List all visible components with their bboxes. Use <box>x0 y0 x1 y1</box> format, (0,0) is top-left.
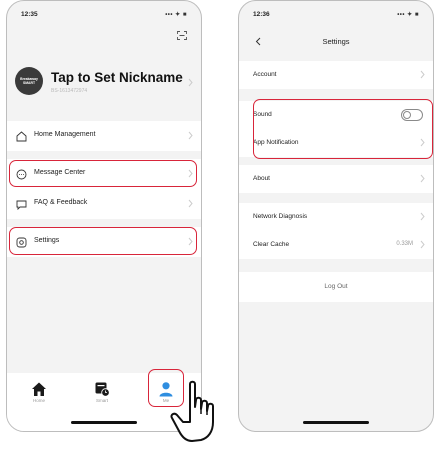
home-indicator <box>71 421 137 424</box>
tab-home[interactable]: Home <box>24 381 54 403</box>
chevron-right-icon <box>188 78 193 87</box>
status-bar: 12:36 ••• ✦ ■ <box>253 11 419 21</box>
page-title: Settings <box>322 37 350 46</box>
smart-icon <box>95 382 110 397</box>
feedback-icon <box>16 200 27 210</box>
settings-group-network: Network Diagnosis Clear Cache 0.33M <box>239 203 433 259</box>
chevron-right-icon <box>188 199 193 208</box>
scan-icon[interactable] <box>177 31 187 40</box>
tab-label: Smart <box>95 398 108 403</box>
chevron-right-icon <box>420 70 425 79</box>
profile-header[interactable]: Breakaway SMART Tap to Set Nickname BS-1… <box>15 59 193 107</box>
menu-item-label: FAQ & Feedback <box>34 199 88 206</box>
settings-screen: 12:36 ••• ✦ ■ Settings Account Sound App… <box>238 0 434 432</box>
chevron-right-icon <box>420 212 425 221</box>
logout-label: Log Out <box>324 283 348 290</box>
status-bar: 12:35 ••• ✦ ■ <box>21 11 187 21</box>
settings-item-label: Account <box>253 71 277 78</box>
status-indicators: ••• ✦ ■ <box>165 12 187 18</box>
settings-item-label: Clear Cache <box>253 241 290 248</box>
settings-item-label: Network Diagnosis <box>253 213 308 220</box>
settings-item-about[interactable]: About <box>239 165 433 193</box>
highlight-sound-notification <box>253 99 433 159</box>
settings-item-account[interactable]: Account <box>239 61 433 89</box>
chevron-right-icon <box>420 240 425 249</box>
settings-item-label: About <box>253 175 270 182</box>
tab-label: Home <box>32 398 45 403</box>
home-icon <box>32 382 46 396</box>
menu-item-faq-feedback[interactable]: FAQ & Feedback <box>7 189 201 219</box>
avatar: Breakaway SMART <box>15 67 43 95</box>
menu-item-home-management[interactable]: Home Management <box>7 121 201 151</box>
home-indicator <box>303 421 369 424</box>
me-screen: 12:35 ••• ✦ ■ Breakaway SMART Tap to Set… <box>6 0 202 432</box>
user-id: BS-1613472974 <box>51 88 88 94</box>
highlight-message-center <box>9 160 197 187</box>
cache-size-value: 0.33M <box>396 241 413 247</box>
settings-item-clear-cache[interactable]: Clear Cache 0.33M <box>239 231 433 259</box>
settings-item-network-diagnosis[interactable]: Network Diagnosis <box>239 203 433 231</box>
chevron-right-icon <box>188 131 193 140</box>
chevron-right-icon <box>420 174 425 183</box>
highlight-settings <box>9 227 197 255</box>
status-time: 12:35 <box>21 11 38 18</box>
navigation-bar: Settings <box>239 29 433 53</box>
home-outline-icon <box>16 131 27 142</box>
hand-pointer-icon <box>170 380 214 442</box>
settings-group-about: About <box>239 165 433 193</box>
logout-button[interactable]: Log Out <box>239 272 433 302</box>
tab-smart[interactable]: Smart <box>87 381 117 403</box>
nickname-label[interactable]: Tap to Set Nickname <box>51 70 183 85</box>
status-time: 12:36 <box>253 11 270 18</box>
menu-group-home: Home Management <box>7 121 201 151</box>
status-indicators: ••• ✦ ■ <box>397 12 419 18</box>
settings-group-account: Account <box>239 61 433 89</box>
menu-item-label: Home Management <box>34 131 96 138</box>
